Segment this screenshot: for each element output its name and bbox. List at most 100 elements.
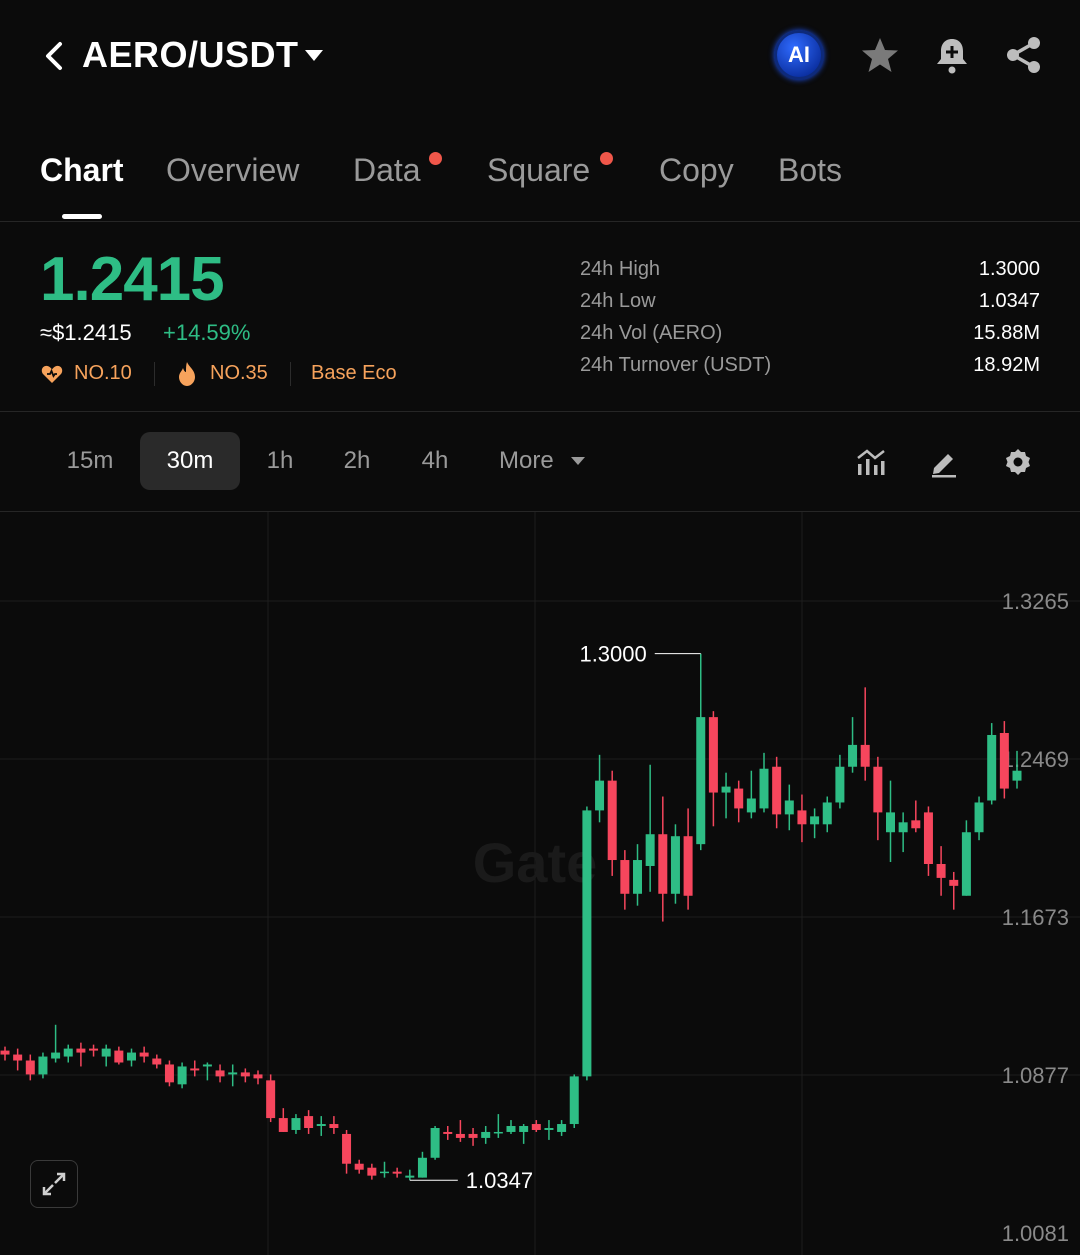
- interval-1h[interactable]: 1h: [250, 432, 310, 490]
- fullscreen-expand-button[interactable]: [30, 1160, 78, 1208]
- candle-body: [392, 1171, 402, 1174]
- candle-body: [974, 802, 984, 833]
- candle-body: [13, 1054, 23, 1061]
- candle-body: [342, 1133, 352, 1164]
- candle-body: [228, 1072, 238, 1075]
- stat-24h-turnover-value: 18.92M: [973, 354, 1040, 376]
- candle-body: [139, 1052, 149, 1057]
- candle-body: [595, 780, 605, 811]
- candle-body: [784, 800, 794, 815]
- interval-2h[interactable]: 2h: [327, 432, 387, 490]
- tab-overview[interactable]: Overview: [166, 152, 299, 189]
- candle-body: [0, 1050, 10, 1055]
- candle-body: [645, 834, 655, 866]
- candle-body: [961, 832, 971, 896]
- tab-bar: Chart Overview Data Square Copy Bots: [0, 150, 1080, 220]
- indicators-icon[interactable]: [855, 446, 887, 478]
- stat-24h-high-value: 1.3000: [978, 258, 1040, 280]
- stat-24h-turnover-label: 24h Turnover (USDT): [580, 354, 772, 376]
- tab-copy[interactable]: Copy: [659, 152, 734, 189]
- settings-gear-icon[interactable]: [1002, 446, 1034, 478]
- candle-body: [114, 1050, 124, 1063]
- tab-data-notification-dot: [429, 152, 442, 165]
- candle-body: [1012, 770, 1022, 781]
- candle-body: [354, 1163, 364, 1170]
- candle-body: [380, 1171, 389, 1174]
- divider: [0, 221, 1080, 222]
- candle-body: [810, 816, 820, 825]
- watermark-logo: Gate: [473, 831, 598, 894]
- candle-body: [455, 1133, 465, 1138]
- trending-rank-badge[interactable]: NO.35: [210, 362, 268, 385]
- tab-square[interactable]: Square: [487, 152, 590, 189]
- hot-rank-badge[interactable]: NO.10: [74, 362, 132, 385]
- candle-body: [468, 1133, 478, 1138]
- candle-body: [89, 1048, 99, 1051]
- candle-body: [999, 732, 1009, 789]
- candle-body: [949, 879, 959, 886]
- candle-body: [822, 802, 832, 825]
- pair-title[interactable]: AERO/USDT: [82, 34, 299, 76]
- ecosystem-tag[interactable]: Base Eco: [311, 362, 397, 385]
- candle-body: [582, 810, 592, 1077]
- candle-body: [506, 1126, 516, 1132]
- candle-body: [746, 798, 756, 813]
- candle-body: [291, 1118, 301, 1130]
- candle-body: [531, 1124, 541, 1130]
- candle-body: [190, 1068, 200, 1071]
- candle-body: [772, 766, 782, 815]
- candle-body: [443, 1131, 453, 1134]
- candle-body: [164, 1064, 174, 1083]
- candle-body: [266, 1080, 276, 1119]
- candle-body: [316, 1124, 326, 1127]
- tab-square-notification-dot: [600, 152, 613, 165]
- candle-body: [860, 744, 870, 767]
- candle-body: [481, 1131, 491, 1138]
- candle-body: [76, 1048, 86, 1053]
- tab-data[interactable]: Data: [353, 152, 421, 189]
- candle-body: [278, 1118, 288, 1132]
- draw-pencil-icon[interactable]: [928, 446, 960, 478]
- candle-body: [519, 1126, 529, 1132]
- candle-body: [177, 1066, 187, 1085]
- candle-body: [544, 1127, 554, 1130]
- interval-more-dropdown[interactable]: More: [490, 432, 579, 490]
- expand-icon: [42, 1172, 66, 1196]
- candle-body: [936, 864, 946, 878]
- candle-body: [987, 734, 997, 801]
- badge-separator: [290, 362, 291, 386]
- interval-4h[interactable]: 4h: [405, 432, 465, 490]
- back-arrow-icon[interactable]: [40, 36, 70, 76]
- candle-body: [152, 1058, 162, 1065]
- candlestick-chart[interactable]: 1.3265 1.2469 1.1673 1.0877 1.0081 Gate 1.3000…: [0, 512, 1080, 1255]
- candle-body: [923, 812, 933, 865]
- candle-body: [101, 1048, 111, 1057]
- y-axis-tick-label: 1.0877: [1002, 1063, 1069, 1088]
- stat-24h-low-value: 1.0347: [978, 290, 1040, 312]
- ai-label: AI: [788, 42, 810, 67]
- stat-24h-low-label: 24h Low: [580, 290, 656, 312]
- candle-body: [734, 788, 744, 809]
- stat-24h-vol-label: 24h Vol (AERO): [580, 322, 723, 344]
- candle-body: [607, 780, 617, 861]
- share-icon[interactable]: [1002, 33, 1046, 77]
- candle-body: [873, 766, 883, 813]
- candle-body: [569, 1076, 579, 1125]
- ai-assistant-button[interactable]: AI: [774, 30, 824, 80]
- candle-body: [417, 1157, 427, 1178]
- candle-body: [658, 834, 668, 894]
- pair-dropdown-icon[interactable]: [305, 50, 323, 61]
- tab-bots[interactable]: Bots: [778, 152, 842, 189]
- candle-body: [670, 836, 680, 894]
- tab-chart[interactable]: Chart: [40, 152, 124, 189]
- top-bar: AERO/USDT AI: [0, 0, 1080, 112]
- star-favorite-icon[interactable]: [858, 33, 902, 77]
- interval-15m[interactable]: 15m: [50, 432, 130, 490]
- candle-body: [304, 1116, 314, 1128]
- candle-body: [721, 786, 731, 793]
- interval-30m[interactable]: 30m: [140, 432, 240, 490]
- high-marker-label: 1.3000: [579, 642, 646, 667]
- price-alert-bell-icon[interactable]: [930, 33, 974, 77]
- candle-body: [848, 744, 858, 767]
- candle-body: [493, 1131, 503, 1134]
